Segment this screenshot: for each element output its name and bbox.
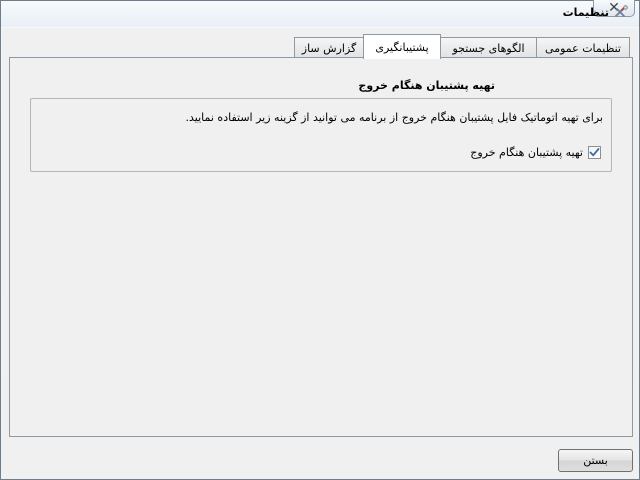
check-mark-icon: [589, 147, 600, 156]
settings-window: ✕ تنظیمات تنظیمات عمومی الگوهای جستجو پش…: [0, 0, 640, 480]
tab-search-patterns[interactable]: الگوهای جستجو: [440, 37, 537, 58]
tab-strip: تنظیمات عمومی الگوهای جستجو پشتیبانگیری …: [2, 34, 630, 59]
backup-description: برای تهیه اتوماتیک فایل پشتیبان هنگام خر…: [185, 111, 603, 124]
backup-options-group: برای تهیه اتوماتیک فایل پشتیبان هنگام خر…: [30, 98, 612, 172]
title-bar[interactable]: ✕ تنظیمات: [1, 0, 639, 27]
tab-label: الگوهای جستجو: [452, 41, 525, 55]
window-title: تنظیمات: [562, 6, 609, 19]
settings-tools-icon: [613, 4, 629, 20]
backup-on-exit-option[interactable]: تهیه پشتیبان هنگام خروج: [470, 145, 601, 159]
dialog-client-area: تنظیمات عمومی الگوهای جستجو پشتیبانگیری …: [2, 28, 638, 479]
tab-label: پشتیبانگیری: [375, 40, 429, 54]
tab-label: گزارش ساز: [301, 41, 357, 55]
backup-on-exit-checkbox[interactable]: [588, 145, 601, 159]
close-dialog-label: بستن: [583, 454, 608, 467]
backup-on-exit-label[interactable]: تهیه پشتیبان هنگام خروج: [470, 146, 583, 159]
tab-label: تنظیمات عمومی: [545, 41, 621, 55]
tab-backup[interactable]: پشتیبانگیری: [363, 34, 441, 59]
tab-report-builder[interactable]: گزارش ساز: [294, 37, 364, 58]
tab-general-settings[interactable]: تنظیمات عمومی: [536, 37, 630, 58]
close-dialog-button[interactable]: بستن: [558, 449, 633, 472]
section-heading: تهیه پشتیبان هنگام خروج: [358, 79, 495, 92]
